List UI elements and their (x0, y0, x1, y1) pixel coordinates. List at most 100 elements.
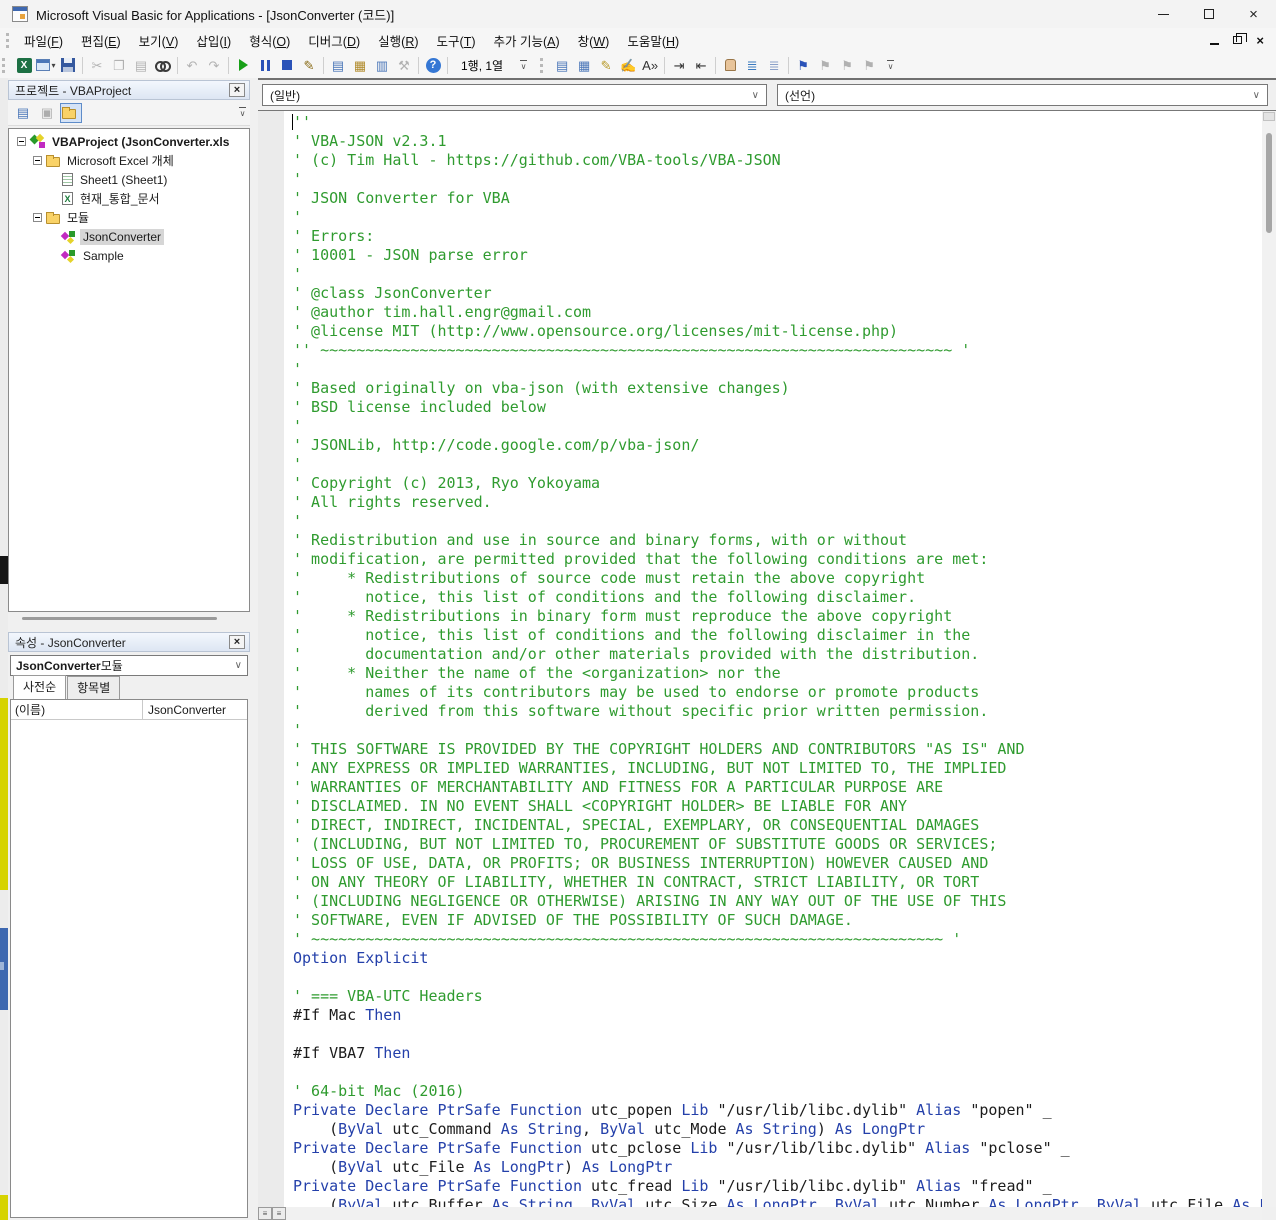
menu-E[interactable]: 편집(E) (72, 28, 130, 53)
vertical-scrollbar-thumb[interactable] (1266, 133, 1272, 233)
menu-D[interactable]: 디버그(D) (299, 28, 369, 53)
properties-grid: (이름) JsonConverter (10, 699, 248, 1218)
minimize-button[interactable] (1141, 0, 1186, 28)
clear-bookmarks-button[interactable]: ⚑ (858, 54, 880, 76)
full-module-view-button[interactable] (272, 1207, 286, 1220)
edit-toolbar-grip[interactable] (540, 57, 544, 73)
properties-window-button[interactable]: ▦ (349, 54, 371, 76)
procedure-dropdown[interactable]: (선언) ∨ (777, 84, 1268, 106)
mdi-close-icon[interactable]: × (1256, 34, 1264, 47)
tree-item-sample[interactable]: Sample (9, 246, 249, 265)
menu-H[interactable]: 도움말(H) (618, 28, 688, 53)
code-line: ' @author tim.hall.engr@gmail.com (293, 303, 592, 321)
edit-toolbar-options-icon[interactable] (884, 56, 897, 74)
next-bookmark-button[interactable]: ⚑ (814, 54, 836, 76)
outdent-icon: ⇤ (695, 57, 707, 73)
tree-item-microsoft-excel-[interactable]: Microsoft Excel 개체 (9, 151, 249, 170)
menu-F[interactable]: 파일(F) (15, 28, 72, 53)
view-host-excel-button[interactable]: X (13, 54, 35, 76)
split-handle[interactable] (1263, 112, 1275, 121)
mdi-restore-icon[interactable] (1233, 33, 1248, 44)
quick-info-button[interactable]: ✎ (595, 54, 617, 76)
run-button[interactable] (232, 54, 254, 76)
undo-button[interactable]: ↶ (181, 54, 203, 76)
cut-button[interactable]: ✂ (86, 54, 108, 76)
code-editor[interactable]: '' ' VBA-JSON v2.3.1 ' (c) Tim Hall - http… (258, 110, 1262, 1207)
menu-O[interactable]: 형식(O) (240, 28, 299, 53)
close-button[interactable]: × (1231, 0, 1276, 28)
mdi-minimize-icon[interactable] (1210, 43, 1220, 45)
list-constants-button[interactable]: ▦ (573, 54, 595, 76)
tree-item-vbaproject-jsonconverter-xls[interactable]: VBAProject (JsonConverter.xls (9, 132, 249, 151)
copy-button[interactable]: ❐ (108, 54, 130, 76)
vertical-scrollbar[interactable] (1262, 110, 1276, 1207)
code-line: ' JSONLib, http://code.google.com/p/vba-… (293, 436, 700, 454)
tree-item--[interactable]: X 현재_통합_문서 (9, 189, 249, 208)
toolbar-options-icon[interactable] (517, 56, 530, 74)
insert-userform-button[interactable]: ▾ (35, 54, 57, 76)
panel-splitter-handle[interactable] (22, 617, 217, 620)
tree-expand-icon[interactable] (17, 137, 26, 146)
menu-T[interactable]: 도구(T) (428, 28, 485, 53)
comment-block-button[interactable]: ≣ (741, 54, 763, 76)
parameter-info-button[interactable]: ✍ (617, 54, 639, 76)
list-properties-button[interactable]: ▤ (551, 54, 573, 76)
tree-item-sheet1-sheet1-[interactable]: Sheet1 (Sheet1) (9, 170, 249, 189)
standard-toolbar-grip[interactable] (2, 57, 5, 73)
uncomment-block-button[interactable]: ≣ (763, 54, 785, 76)
paste-button[interactable]: ▤ (130, 54, 152, 76)
save-button[interactable] (57, 54, 79, 76)
chevron-down-icon: ∨ (234, 660, 242, 671)
redo-button[interactable]: ↷ (203, 54, 225, 76)
menu-V[interactable]: 보기(V) (130, 28, 188, 53)
properties-panel-titlebar[interactable]: 속성 - JsonConverter × (8, 632, 250, 652)
menu-A[interactable]: 추가 기능(A) (485, 28, 569, 53)
project-panel-titlebar[interactable]: 프로젝트 - VBAProject × (8, 80, 250, 100)
property-value[interactable]: JsonConverter (143, 703, 247, 717)
view-object-button[interactable]: ▣ (36, 103, 58, 123)
project-explorer-button[interactable]: ▤ (327, 54, 349, 76)
menu-I[interactable]: 삽입(I) (187, 28, 240, 53)
menubar-grip[interactable] (6, 32, 9, 48)
design-mode-button[interactable]: ✎ (298, 54, 320, 76)
tree-item--[interactable]: 모듈 (9, 208, 249, 227)
tree-expand-icon[interactable] (33, 213, 42, 222)
window-controls: × (1141, 0, 1276, 28)
previous-bookmark-button[interactable]: ⚑ (836, 54, 858, 76)
horizontal-scrollbar[interactable] (286, 1207, 1262, 1220)
module-icon (62, 230, 76, 244)
toolbox-button[interactable]: ⚒ (393, 54, 415, 76)
object-browser-button[interactable]: ▥ (371, 54, 393, 76)
reset-button[interactable] (276, 54, 298, 76)
toggle-bookmark-button[interactable]: ⚑ (792, 54, 814, 76)
toggle-breakpoint-button[interactable] (719, 54, 741, 76)
tree-expand-icon[interactable] (33, 156, 42, 165)
indent-button[interactable]: ⇥ (668, 54, 690, 76)
sheet-icon (62, 173, 73, 186)
code-line: '' ~~~~~~~~~~~~~~~~~~~~~~~~~~~~~~~~~~~~~… (293, 341, 971, 359)
tree-item-jsonconverter[interactable]: JsonConverter (9, 227, 249, 246)
menu-W[interactable]: 창(W) (569, 28, 619, 53)
complete-word-button[interactable]: A» (639, 54, 661, 76)
tab-사전순[interactable]: 사전순 (13, 675, 67, 699)
code-line: ' ~~~~~~~~~~~~~~~~~~~~~~~~~~~~~~~~~~~~~~… (293, 930, 962, 948)
properties-panel-close-button[interactable]: × (229, 635, 245, 649)
panel-options-icon[interactable] (239, 107, 246, 118)
maximize-button[interactable] (1186, 0, 1231, 28)
properties-object-selector[interactable]: JsonConverter 모듈 ∨ (10, 655, 248, 676)
procedure-view-button[interactable] (258, 1207, 272, 1220)
break-button[interactable] (254, 54, 276, 76)
toggle-folders-button[interactable] (60, 102, 82, 123)
project-panel-close-button[interactable]: × (229, 83, 245, 97)
object-dropdown[interactable]: (일반) ∨ (262, 84, 767, 106)
code-margin-strip[interactable] (258, 111, 284, 1207)
code-lines[interactable]: '' ' VBA-JSON v2.3.1 ' (c) Tim Hall - http… (284, 111, 1262, 1207)
outdent-button[interactable]: ⇤ (690, 54, 712, 76)
view-code-button[interactable]: ▤ (12, 103, 34, 123)
tab-항목별[interactable]: 항목별 (67, 676, 121, 699)
help-button[interactable]: ? (422, 54, 444, 76)
menu-R[interactable]: 실행(R) (369, 28, 427, 53)
find-button[interactable] (152, 54, 174, 76)
code-line: #If Mac Then (293, 1006, 402, 1024)
code-line: ' documentation and/or other materials p… (293, 645, 980, 663)
